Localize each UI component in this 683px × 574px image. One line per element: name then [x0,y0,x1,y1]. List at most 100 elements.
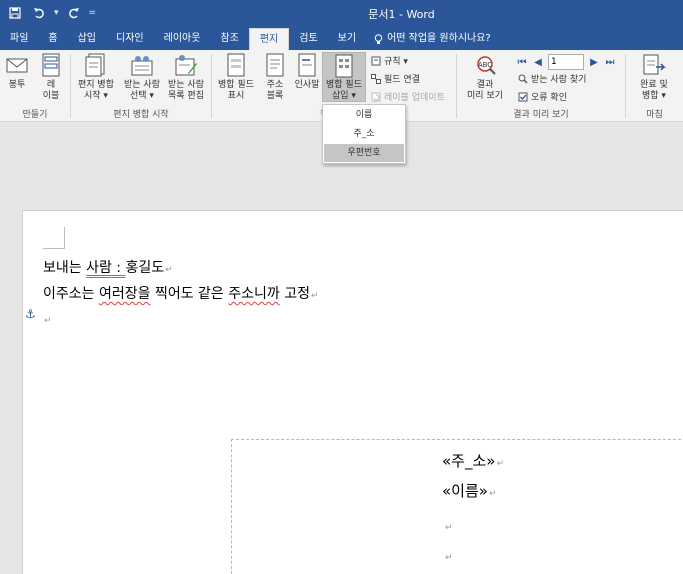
select-recipients-button[interactable]: 받는 사람 선택 ▾ [121,52,163,102]
dropdown-item-address[interactable]: 주_소 [324,125,404,143]
ribbon-tabs: 파일 홈 삽입 디자인 레이아웃 참조 편지 검토 보기 어떤 작업을 원하시나… [0,26,683,50]
group-finish-label: 마침 [646,110,663,120]
record-navigation: ⏮ ◀ 1 ▶ ⏭ [516,54,616,70]
group-create: 봉투 레 이블 만들기 [0,50,70,122]
tab-mailings[interactable]: 편지 [248,28,290,50]
lightbulb-icon [374,33,383,44]
finish-merge-label-1: 완료 및 [640,80,668,90]
rules-button[interactable]: 규칙 ▾ [370,54,408,67]
previous-record-icon[interactable]: ◀ [532,57,544,68]
update-labels-label: 레이블 업데이트 [384,93,445,103]
margin-corner-mark [43,227,65,249]
select-recipients-label-2: 선택 ▾ [130,91,154,101]
merge-field-address-text: «주_소» [442,452,496,470]
edit-recipient-list-button[interactable]: 받는 사람 목록 편집 [165,52,207,102]
match-fields-icon [370,73,381,84]
find-recipient-icon [517,73,528,84]
paragraph-mark: ↵ [445,523,453,533]
start-mail-merge-icon [83,52,109,78]
paragraph-mark: ↵ [165,265,173,275]
insert-merge-field-label-2: 삽입 ▾ [332,91,356,101]
greeting-line-button[interactable]: 인사말 [292,52,322,91]
empty-paragraph: ↵ [444,516,453,534]
paragraph-mark: ↵ [496,459,505,469]
preview-results-button[interactable]: ABC 결과 미리 보기 [461,52,509,102]
preview-results-icon: ABC [472,52,498,78]
labels-label-2: 이블 [42,91,60,101]
document-line-3: ↵ [43,311,52,327]
first-record-icon[interactable]: ⏮ [516,57,528,68]
highlight-merge-fields-button[interactable]: 병합 필드 표시 [214,52,258,102]
envelopes-button[interactable]: 봉투 [4,52,30,91]
tab-home[interactable]: 홈 [38,28,67,50]
rules-label: 규칙 ▾ [384,57,408,67]
paragraph-mark: ↵ [488,489,497,499]
tab-references[interactable]: 참조 [210,28,248,50]
match-fields-button[interactable]: 필드 연결 [370,72,420,85]
envelopes-label: 봉투 [8,80,26,90]
anchor-icon[interactable]: ⚓ [25,307,36,321]
tab-insert[interactable]: 삽입 [68,28,106,50]
match-fields-label: 필드 연결 [384,75,420,85]
preview-results-label-2: 미리 보기 [467,91,503,101]
check-errors-label: 오류 확인 [531,93,567,103]
highlight-merge-fields-icon [223,52,249,78]
check-errors-button[interactable]: 오류 확인 [517,90,567,103]
document-line-2: 이주소는 여러장을 찍어도 같은 주소니까 고정↵ [43,283,319,303]
finish-merge-label-2: 병합 ▾ [642,91,666,101]
address-block-label-2: 블록 [266,91,284,101]
labels-button[interactable]: 레 이블 [38,52,64,102]
insert-merge-field-dropdown: 이름 주_소 우편번호 [322,104,406,164]
line1-word: 사람 [86,260,112,276]
select-recipients-label-1: 받는 사람 [124,80,160,90]
insert-merge-field-button[interactable]: 병합 필드 삽입 ▾ [322,52,366,102]
highlight-merge-fields-label-1: 병합 필드 [218,80,254,90]
line2-part-d: 주소니까 [228,286,280,302]
last-record-icon[interactable]: ⏭ [604,57,616,68]
group-create-label: 만들기 [22,110,48,120]
highlight-merge-fields-label-2: 표시 [227,91,245,101]
tab-layout[interactable]: 레이아웃 [154,28,211,50]
tab-view[interactable]: 보기 [328,28,366,50]
tell-me-box[interactable]: 어떤 작업을 원하시나요? [366,28,491,50]
paragraph-mark: ↵ [44,316,52,326]
line2-part-a: 이주소는 [43,286,99,302]
update-labels-button[interactable]: 레이블 업데이트 [370,90,445,103]
document-page[interactable]: 보내는 사람 : 홍길도↵ 이주소는 여러장을 찍어도 같은 주소니까 고정↵ … [22,210,683,574]
insert-merge-field-icon [331,54,357,78]
start-mail-merge-label-1: 편지 병합 [78,80,114,90]
group-finish: 완료 및 병합 ▾ 마침 [626,50,683,122]
address-block-button[interactable]: 주소 블록 [262,52,288,102]
envelope-icon [4,52,30,78]
svg-text:ABC: ABC [478,61,492,69]
finish-merge-button[interactable]: 완료 및 병합 ▾ [632,52,676,102]
address-block-icon [262,52,288,78]
tab-design[interactable]: 디자인 [106,28,154,50]
check-errors-icon [517,91,528,102]
tab-review[interactable]: 검토 [289,28,327,50]
dropdown-item-name[interactable]: 이름 [324,106,404,124]
select-recipients-icon [129,52,155,78]
paragraph-mark: ↵ [445,553,453,563]
title-bar: ▾ = 문서1 - Word [0,0,683,26]
find-recipient-button[interactable]: 받는 사람 찾기 [517,72,586,85]
empty-paragraph: ↵ [444,546,453,564]
group-start-mail-merge: 편지 병합 시작 ▾ 받는 사람 선택 ▾ 받는 사람 목록 편집 편지 병합 … [71,50,211,122]
line2-part-c: 찍어도 같은 [150,286,229,302]
line2-part-e: 고정 [279,286,311,302]
address-block-label-1: 주소 [266,80,284,90]
edit-recipient-list-label-1: 받는 사람 [168,80,204,90]
text-box-frame[interactable]: «주_소»↵ «이름»↵ ↵ ↵ [231,439,683,574]
tab-file[interactable]: 파일 [0,28,38,50]
edit-recipient-list-icon [173,52,199,78]
insert-merge-field-label-1: 병합 필드 [326,80,362,90]
start-mail-merge-button[interactable]: 편지 병합 시작 ▾ [75,52,117,102]
next-record-icon[interactable]: ▶ [588,57,600,68]
dropdown-item-postal-code[interactable]: 우편번호 [324,144,404,162]
line2-part-b: 여러장을 [98,286,151,302]
edit-recipient-list-label-2: 목록 편집 [168,91,204,101]
document-line-1: 보내는 사람 : 홍길도↵ [43,257,173,277]
line1-suffix: 홍길도 [125,260,165,276]
record-number-input[interactable]: 1 [548,54,584,70]
line1-prefix: 보내는 [43,260,87,276]
